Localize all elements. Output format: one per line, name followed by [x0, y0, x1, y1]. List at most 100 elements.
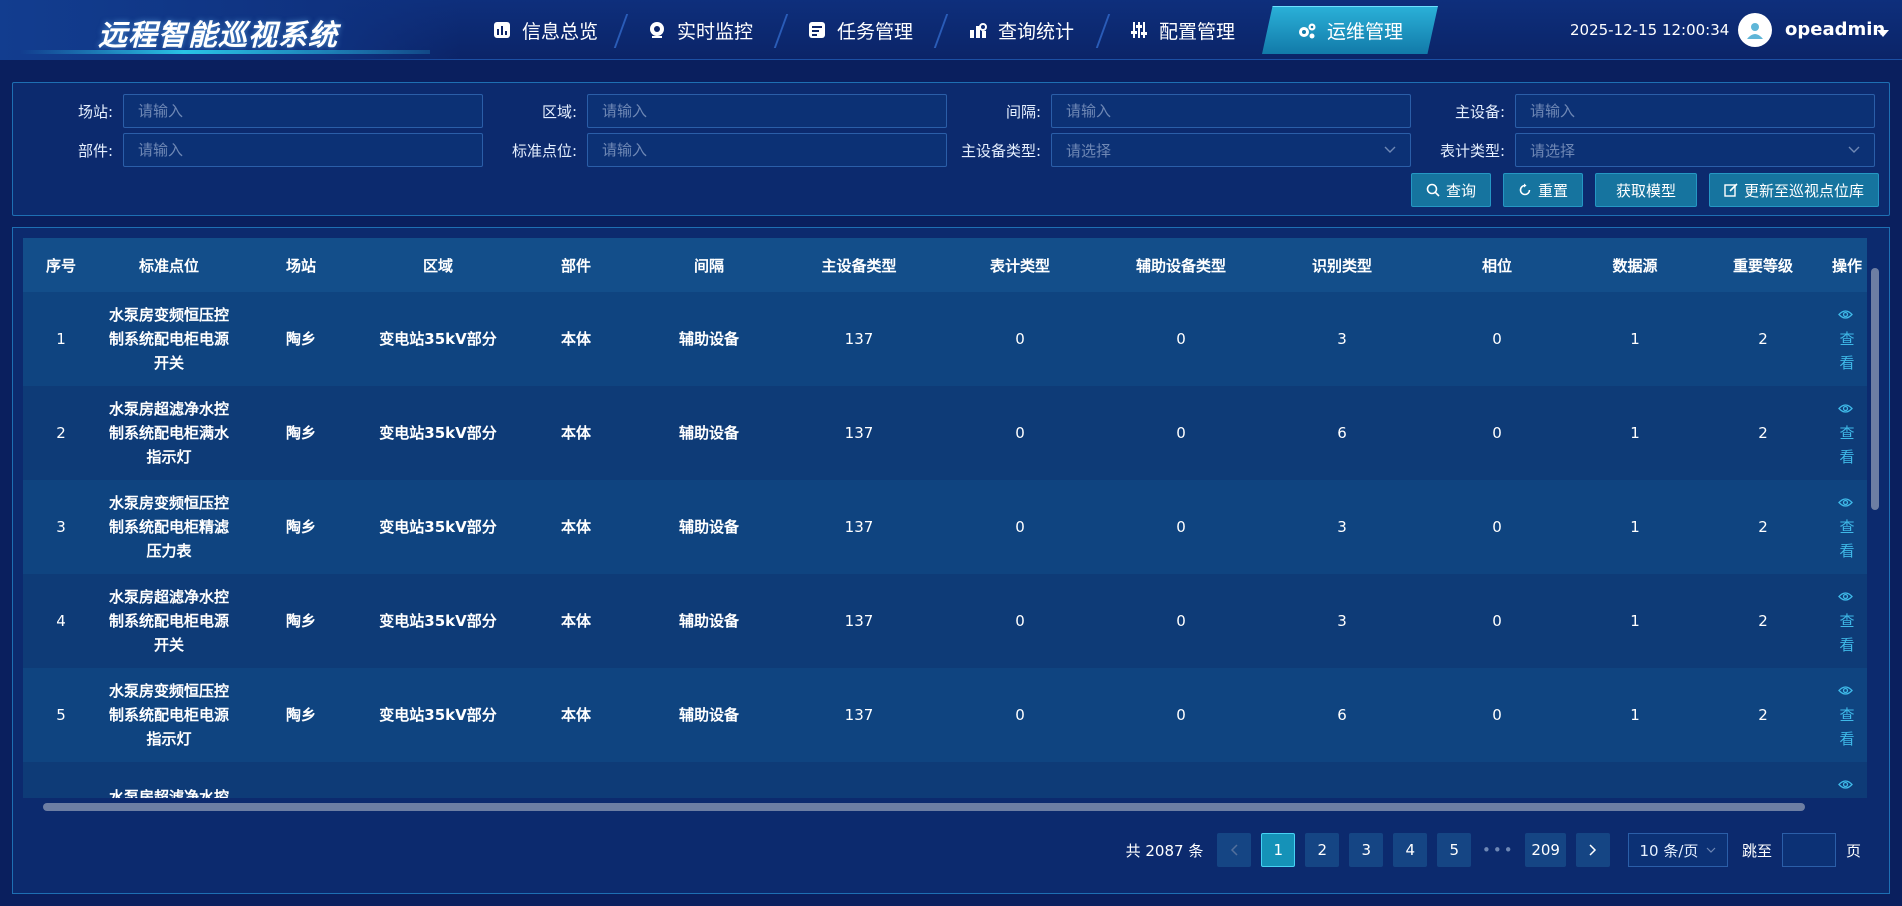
get-model-label: 获取模型: [1615, 181, 1676, 200]
view-button[interactable]: 查看: [1827, 762, 1867, 798]
cell-level: 2: [1758, 330, 1768, 348]
cell-station: 陶乡: [285, 706, 316, 724]
select-placeholder: 请选择: [1530, 141, 1576, 160]
cell-source: 1: [1630, 706, 1640, 724]
view-button[interactable]: 查看: [1827, 480, 1867, 574]
chevron-down-icon[interactable]: [1877, 24, 1889, 42]
cell-aux-type: 0: [1101, 762, 1261, 798]
cell-aux-type: 0: [1176, 706, 1186, 724]
std-point-input[interactable]: [587, 133, 947, 167]
update-lib-button[interactable]: 更新至巡视点位库: [1708, 173, 1879, 207]
sliders-icon: [1129, 20, 1149, 40]
component-input[interactable]: [123, 133, 483, 167]
cell-no: 3: [56, 518, 66, 536]
nav-label: 运维管理: [1326, 21, 1403, 43]
cell-main-type: 137: [844, 612, 874, 630]
cell-recog: 6: [1337, 706, 1347, 724]
meter-type-select[interactable]: 请选择: [1515, 133, 1875, 167]
col-header: 部件: [560, 256, 591, 275]
avatar[interactable]: [1738, 13, 1772, 47]
cell-part: 本体: [560, 612, 591, 630]
cell-part: 本体: [560, 518, 591, 536]
col-header: 重要等级: [1732, 256, 1793, 275]
cell-station: 陶乡: [285, 330, 316, 348]
col-header: 主设备类型: [821, 256, 897, 275]
cell-level: 2: [1758, 612, 1768, 630]
nav-label: 查询统计: [997, 20, 1074, 43]
nav-item-config[interactable]: 配置管理: [1102, 6, 1262, 54]
horizontal-scrollbar[interactable]: [23, 800, 1881, 814]
nav-label: 信息总览: [521, 20, 598, 43]
jump-page-input[interactable]: [1781, 833, 1836, 867]
chevron-down-icon: [1706, 847, 1716, 853]
cell-recog: 3: [1261, 762, 1423, 798]
page-button[interactable]: 4: [1393, 833, 1428, 867]
page-button[interactable]: 209: [1525, 833, 1566, 867]
cell-area: 变电站35kV部分: [363, 762, 513, 798]
cell-aux-type: 0: [1176, 424, 1186, 442]
cell-meter-type: 0: [1015, 330, 1025, 348]
nav-item-stats[interactable]: 查询统计: [940, 6, 1102, 54]
task-icon: [807, 20, 827, 40]
page-button[interactable]: 5: [1437, 833, 1472, 867]
bay-label: 间隔:: [1005, 102, 1041, 121]
prev-page-button[interactable]: [1217, 833, 1252, 867]
select-placeholder: 请选择: [1066, 141, 1112, 160]
main-device-input[interactable]: [1515, 94, 1875, 128]
station-input[interactable]: [123, 94, 483, 128]
get-model-button[interactable]: 获取模型: [1594, 173, 1697, 207]
component-label: 部件:: [77, 141, 113, 160]
view-button[interactable]: 查看: [1827, 292, 1867, 386]
station-label: 场站:: [77, 102, 113, 121]
bay-input[interactable]: [1051, 94, 1411, 128]
cell-area: 变电站35kV部分: [379, 706, 497, 724]
chevron-right-icon: [1589, 844, 1597, 856]
nav-item-tasks[interactable]: 任务管理: [780, 6, 940, 54]
main-device-type-select[interactable]: 请选择: [1051, 133, 1411, 167]
filter-area: 区域:: [477, 94, 947, 128]
nav-item-monitor[interactable]: 实时监控: [620, 6, 780, 54]
cell-point: 水泵房变频恒压控制系统配电柜精滤压力表: [108, 494, 229, 560]
vertical-scrollbar[interactable]: [1869, 238, 1881, 798]
reset-button[interactable]: 重置: [1502, 173, 1583, 207]
area-input[interactable]: [587, 94, 947, 128]
page-button[interactable]: 1: [1261, 833, 1296, 867]
scroll-thumb[interactable]: [43, 803, 1805, 811]
more-pages[interactable]: •••: [1481, 841, 1515, 859]
eye-icon: [1837, 303, 1853, 327]
view-button[interactable]: 查看: [1827, 574, 1867, 668]
cell-main-type: 137: [779, 762, 939, 798]
page-button[interactable]: 3: [1349, 833, 1384, 867]
main-nav: 信息总览 实时监控 任务管理 查询统计 配置管理 运维管理: [470, 6, 1438, 54]
chart-icon: [492, 20, 512, 40]
eye-icon: [1837, 679, 1853, 703]
filter-meter-type: 表计类型: 请选择: [1405, 133, 1875, 167]
filter-main-device-type: 主设备类型: 请选择: [941, 133, 1411, 167]
cell-area: 变电站35kV部分: [379, 330, 497, 348]
scroll-thumb[interactable]: [1871, 268, 1879, 510]
username[interactable]: opeadmin: [1785, 19, 1885, 40]
col-header: 数据源: [1612, 256, 1658, 275]
query-button[interactable]: 查询: [1410, 173, 1491, 207]
cell-meter-type: 0: [1015, 706, 1025, 724]
col-header: 操作: [1831, 256, 1862, 275]
page-button[interactable]: 2: [1305, 833, 1340, 867]
cell-recog: 6: [1337, 424, 1347, 442]
logo-bar: 远程智能巡视系统: [0, 0, 460, 60]
page-size-select[interactable]: 10 条/页: [1627, 833, 1728, 867]
top-header: 远程智能巡视系统 信息总览 实时监控 任务管理 查询统计 配置管理 运维管理 2…: [0, 0, 1902, 60]
cell-phase: 0: [1492, 706, 1502, 724]
cell-phase: 0: [1492, 330, 1502, 348]
cell-bay: 辅助设备: [678, 330, 739, 348]
cell-part: 本体: [560, 330, 591, 348]
view-button[interactable]: 查看: [1827, 668, 1867, 762]
cell-main-type: 137: [844, 706, 874, 724]
cell-source: 1: [1630, 612, 1640, 630]
view-button[interactable]: 查看: [1827, 386, 1867, 480]
nav-item-ops[interactable]: 运维管理: [1262, 6, 1438, 54]
filter-actions: 查询 重置 获取模型 更新至巡视点位库: [1410, 173, 1879, 207]
next-page-button[interactable]: [1575, 833, 1610, 867]
filter-bay: 间隔:: [941, 94, 1411, 128]
cell-level: 2: [1699, 762, 1827, 798]
nav-item-overview[interactable]: 信息总览: [470, 6, 620, 54]
